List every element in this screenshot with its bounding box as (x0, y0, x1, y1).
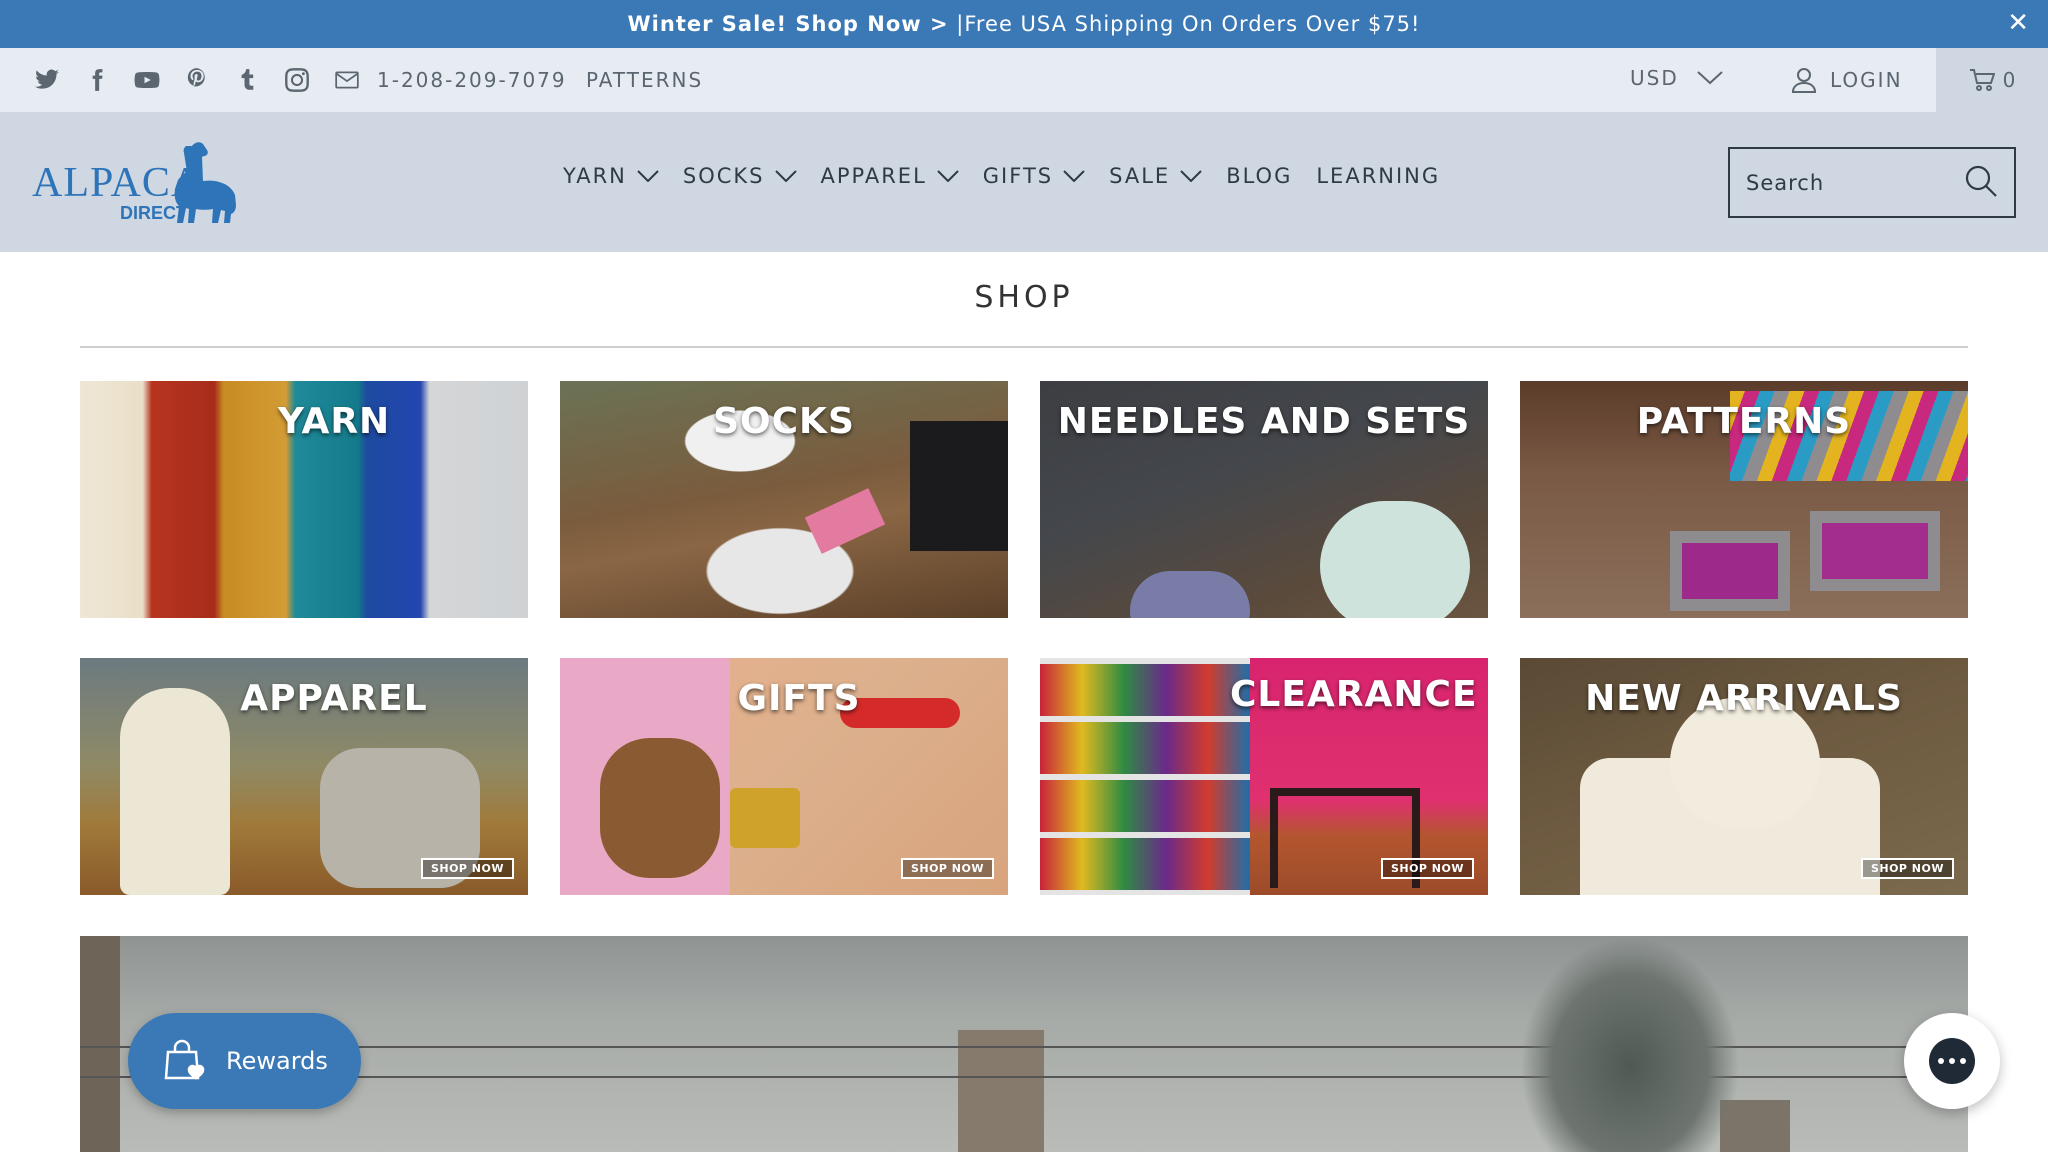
rewards-label: Rewards (226, 1047, 328, 1075)
nav-label: BLOG (1226, 164, 1293, 188)
category-tile-clearance[interactable]: CLEARANCE SHOP NOW (1040, 658, 1488, 895)
alpaca-plush-shape (600, 738, 720, 878)
tile-label: NEEDLES AND SETS (1057, 401, 1471, 442)
granny-square-shape (1810, 511, 1940, 591)
chevron-down-icon (1697, 71, 1723, 85)
phone-number-link[interactable]: 1-208-209-7079 (377, 68, 567, 92)
rewards-button[interactable]: Rewards (128, 1013, 361, 1109)
patterns-link[interactable]: PATTERNS (586, 68, 703, 92)
nav-item-yarn[interactable]: YARN (563, 164, 659, 188)
nav-label: APPAREL (820, 164, 927, 188)
category-tile-socks[interactable]: SOCKS (560, 381, 1008, 618)
tile-label: CLEARANCE (1230, 674, 1478, 715)
login-label: LOGIN (1830, 68, 1903, 92)
shop-now-button[interactable]: SHOP NOW (900, 858, 994, 879)
nav-label: YARN (563, 164, 627, 188)
chat-button[interactable] (1904, 1013, 2000, 1109)
nav-item-apparel[interactable]: APPAREL (821, 164, 959, 188)
search-icon[interactable] (1964, 164, 1998, 198)
fence-post-shape (80, 936, 120, 1152)
shop-now-button[interactable]: SHOP NOW (1380, 858, 1474, 879)
chevron-down-icon (774, 170, 797, 182)
login-link[interactable]: LOGIN (1790, 66, 1903, 94)
chat-bubble-icon (1929, 1038, 1975, 1084)
shopping-bag-heart-icon (164, 1039, 205, 1080)
logo-subtext: DIRECT (120, 203, 187, 223)
category-tile-new-arrivals[interactable]: NEW ARRIVALS SHOP NOW (1520, 658, 1968, 895)
nav-item-sale[interactable]: SALE (1109, 164, 1202, 188)
page-title: SHOP (974, 280, 1074, 315)
chevron-down-icon (937, 170, 959, 182)
divider (80, 346, 1968, 348)
nav-item-gifts[interactable]: GIFTS (983, 164, 1085, 188)
chevron-down-icon (1063, 170, 1085, 182)
yarn-ball-purple-shape (1130, 571, 1250, 618)
chevron-down-icon (637, 170, 659, 182)
announcement-shipping-text: |Free USA Shipping On Orders Over $75! (948, 12, 1421, 36)
pinterest-icon[interactable] (172, 48, 222, 112)
announcement-bar[interactable]: Winter Sale! Shop Now > |Free USA Shippi… (0, 0, 2048, 48)
tile-label: YARN (277, 401, 391, 442)
nav-label: SALE (1109, 164, 1171, 188)
nav-item-socks[interactable]: SOCKS (683, 164, 797, 188)
alpaca-direct-logo[interactable]: ALPACA DIRECT (32, 140, 244, 224)
search-box (1728, 147, 2016, 218)
nav-item-blog[interactable]: BLOG (1226, 164, 1292, 188)
announcement-sale-link[interactable]: Winter Sale! Shop Now > (628, 12, 949, 36)
shop-now-button[interactable]: SHOP NOW (1860, 858, 1954, 879)
tile-label: PATTERNS (1636, 401, 1852, 442)
tumblr-icon[interactable] (222, 48, 272, 112)
youtube-icon[interactable] (122, 48, 172, 112)
fence-post-shape (958, 1030, 1044, 1152)
gift-bow-shape (730, 788, 800, 848)
main-header: ALPACA DIRECT YARN SOCKS APPAREL GIFTS S… (0, 112, 2048, 252)
utility-bar: 1-208-209-7079 PATTERNS USD LOGIN (0, 48, 2048, 112)
nav-label: SOCKS (682, 164, 765, 188)
tile-label: SOCKS (713, 401, 855, 442)
instagram-icon[interactable] (272, 48, 322, 112)
twitter-icon[interactable] (22, 48, 72, 112)
nav-label: GIFTS (982, 164, 1054, 188)
category-tile-apparel[interactable]: APPAREL SHOP NOW (80, 658, 528, 895)
primary-nav: YARN SOCKS APPAREL GIFTS SALE BLOG LEARN… (563, 164, 1464, 188)
social-links (22, 48, 372, 112)
category-tile-patterns[interactable]: PATTERNS (1520, 381, 1968, 618)
nav-label: LEARNING (1316, 164, 1441, 188)
shop-now-button[interactable]: SHOP NOW (420, 858, 514, 879)
user-icon (1791, 68, 1817, 93)
nav-item-learning[interactable]: LEARNING (1316, 164, 1440, 188)
cart-count: 0 (2002, 68, 2016, 92)
tree-shape (1520, 936, 1740, 1152)
email-icon[interactable] (322, 48, 372, 112)
tile-label: NEW ARRIVALS (1585, 678, 1903, 719)
category-tile-gifts[interactable]: GIFTS SHOP NOW (560, 658, 1008, 895)
category-tile-yarn[interactable]: YARN (80, 381, 528, 618)
chevron-down-icon (1180, 170, 1202, 182)
cart-icon (1969, 69, 1995, 91)
cart-button[interactable]: 0 (1936, 48, 2048, 112)
category-tile-needles[interactable]: NEEDLES AND SETS (1040, 381, 1488, 618)
search-input[interactable] (1746, 169, 1956, 197)
currency-selector[interactable]: USD (1630, 66, 1723, 90)
close-icon[interactable]: ✕ (2007, 8, 2030, 38)
woman-scarf-shape (120, 688, 230, 895)
logo-text: ALPACA (32, 160, 202, 206)
hero-banner-image (80, 936, 1968, 1152)
facebook-icon[interactable] (72, 48, 122, 112)
currency-label: USD (1630, 66, 1679, 90)
tile-label: GIFTS (737, 678, 861, 719)
granny-square-shape (1670, 531, 1790, 611)
yarn-ball-shape (1320, 501, 1470, 618)
tile-label: APPAREL (240, 678, 428, 719)
